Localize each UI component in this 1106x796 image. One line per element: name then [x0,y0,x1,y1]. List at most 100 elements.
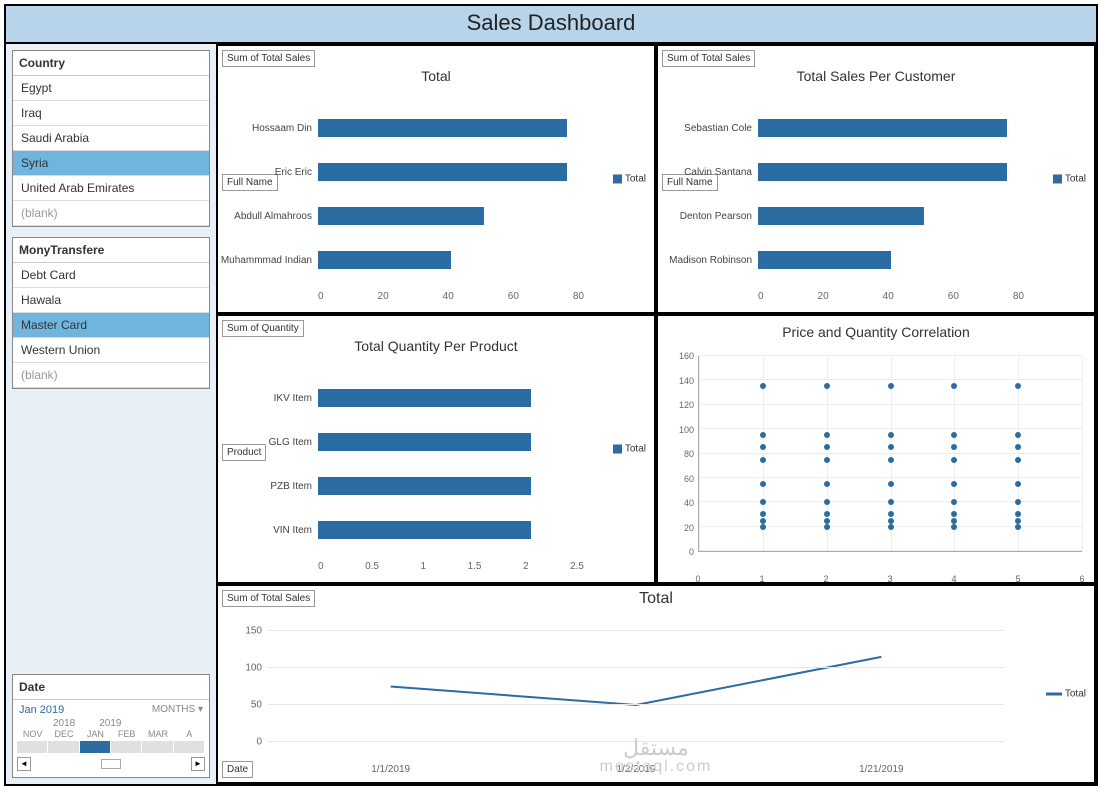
scatter-point [951,383,957,389]
date-scroll-handle[interactable] [101,759,121,769]
date-month-label: NOV [17,729,48,739]
scatter-point [824,481,830,487]
scatter-point [951,518,957,524]
scatter-point [824,518,830,524]
slicer-country-item[interactable]: Egypt [13,76,209,101]
scatter-point [888,518,894,524]
scatter-plot-area [698,356,1082,552]
bar [318,251,451,269]
x-tick-label: 1 [421,561,427,572]
scatter-point [824,383,830,389]
scatter-point [951,444,957,450]
scatter-point [951,524,957,530]
x-tick-label: 0 [318,561,324,572]
scatter-point [888,444,894,450]
scatter-point [824,444,830,450]
scatter-point [888,383,894,389]
slicer-country-item[interactable]: (blank) [13,201,209,226]
x-tick-label: 2 [823,574,828,584]
scatter-point [1015,432,1021,438]
y-tick-label: 120 [679,400,694,410]
x-tick-label: 2.5 [570,561,584,572]
slicer-date-header: Date [13,675,209,700]
scatter-point [888,499,894,505]
bar [318,521,531,539]
date-month-label: A [174,729,205,739]
scatter-point [888,432,894,438]
sidebar: Country EgyptIraqSaudi ArabiaSyriaUnited… [6,44,216,784]
slicer-money-item[interactable]: Debt Card [13,263,209,288]
date-next-button[interactable]: ► [191,757,205,771]
scatter-point [951,499,957,505]
scatter-point [951,432,957,438]
chart-line-badge: Sum of Total Sales [222,590,315,607]
scatter-point [760,518,766,524]
slicer-money-item[interactable]: Hawala [13,288,209,313]
date-month-label: JAN [80,729,111,739]
page-title: Sales Dashboard [6,6,1096,44]
slicer-money-header: MonyTransfere [13,238,209,263]
scatter-point [760,457,766,463]
scatter-point [888,457,894,463]
scatter-point [1015,518,1021,524]
x-tick-label: 5 [1015,574,1020,584]
scatter-point [760,511,766,517]
y-tick-label: 60 [684,474,694,484]
chart-customer-title: Total Sales Per Customer [658,68,1094,84]
slicer-money-item[interactable]: (blank) [13,363,209,388]
x-tick-label: 80 [573,291,584,302]
chart-customer-panel: Sum of Total Sales Total Sales Per Custo… [656,44,1096,314]
chart-scatter-title: Price and Quantity Correlation [658,324,1094,340]
x-tick-label: 0 [695,574,700,584]
scatter-point [824,511,830,517]
x-tick-label: 20 [378,291,389,302]
y-tick-label: 0 [689,547,694,557]
y-tick-label: 0 [256,737,262,748]
slicer-money-item[interactable]: Master Card [13,313,209,338]
chart-scatter-panel: Price and Quantity Correlation 020406080… [656,314,1096,584]
bar [318,163,567,181]
scatter-point [760,481,766,487]
chart-line-axis-label: Date [222,761,253,778]
scatter-point [824,432,830,438]
scatter-point [951,511,957,517]
scatter-point [760,432,766,438]
scatter-point [824,524,830,530]
date-prev-button[interactable]: ◄ [17,757,31,771]
scatter-point [824,499,830,505]
date-unit-toggle[interactable]: MONTHS ▾ [152,704,203,716]
scatter-point [1015,481,1021,487]
scatter-point [1015,524,1021,530]
slicer-money: MonyTransfere Debt CardHawalaMaster Card… [12,237,210,389]
x-tick-label: 1/2/2019 [617,764,656,775]
chart-line-panel: Sum of Total Sales Total Total 050100150… [216,584,1096,784]
bar [758,119,1007,137]
slicer-country-item[interactable]: Iraq [13,101,209,126]
line-series [391,657,882,705]
scatter-point [888,511,894,517]
chart-total-legend: Total [613,174,646,185]
chart-quantity-legend: Total [613,444,646,455]
slicer-country-item[interactable]: Saudi Arabia [13,126,209,151]
x-tick-label: 1 [759,574,764,584]
x-tick-label: 60 [508,291,519,302]
scatter-point [760,524,766,530]
date-timeline[interactable] [17,741,205,753]
scatter-point [760,383,766,389]
slicer-country-item[interactable]: Syria [13,151,209,176]
slicer-country-item[interactable]: United Arab Emirates [13,176,209,201]
chart-quantity-badge: Sum of Quantity [222,320,304,337]
y-tick-label: 140 [679,376,694,386]
slicer-country-header: Country [13,51,209,76]
x-tick-label: 1.5 [468,561,482,572]
x-tick-label: 0 [758,291,764,302]
x-tick-label: 6 [1079,574,1084,584]
charts-area: Sum of Total Sales Total Full Name Total… [216,44,1096,784]
chart-total-panel: Sum of Total Sales Total Full Name Total… [216,44,656,314]
x-tick-label: 0.5 [365,561,379,572]
bar [318,433,531,451]
line-plot-area [268,631,1004,742]
slicer-money-item[interactable]: Western Union [13,338,209,363]
bar [318,477,531,495]
x-tick-label: 40 [883,291,894,302]
